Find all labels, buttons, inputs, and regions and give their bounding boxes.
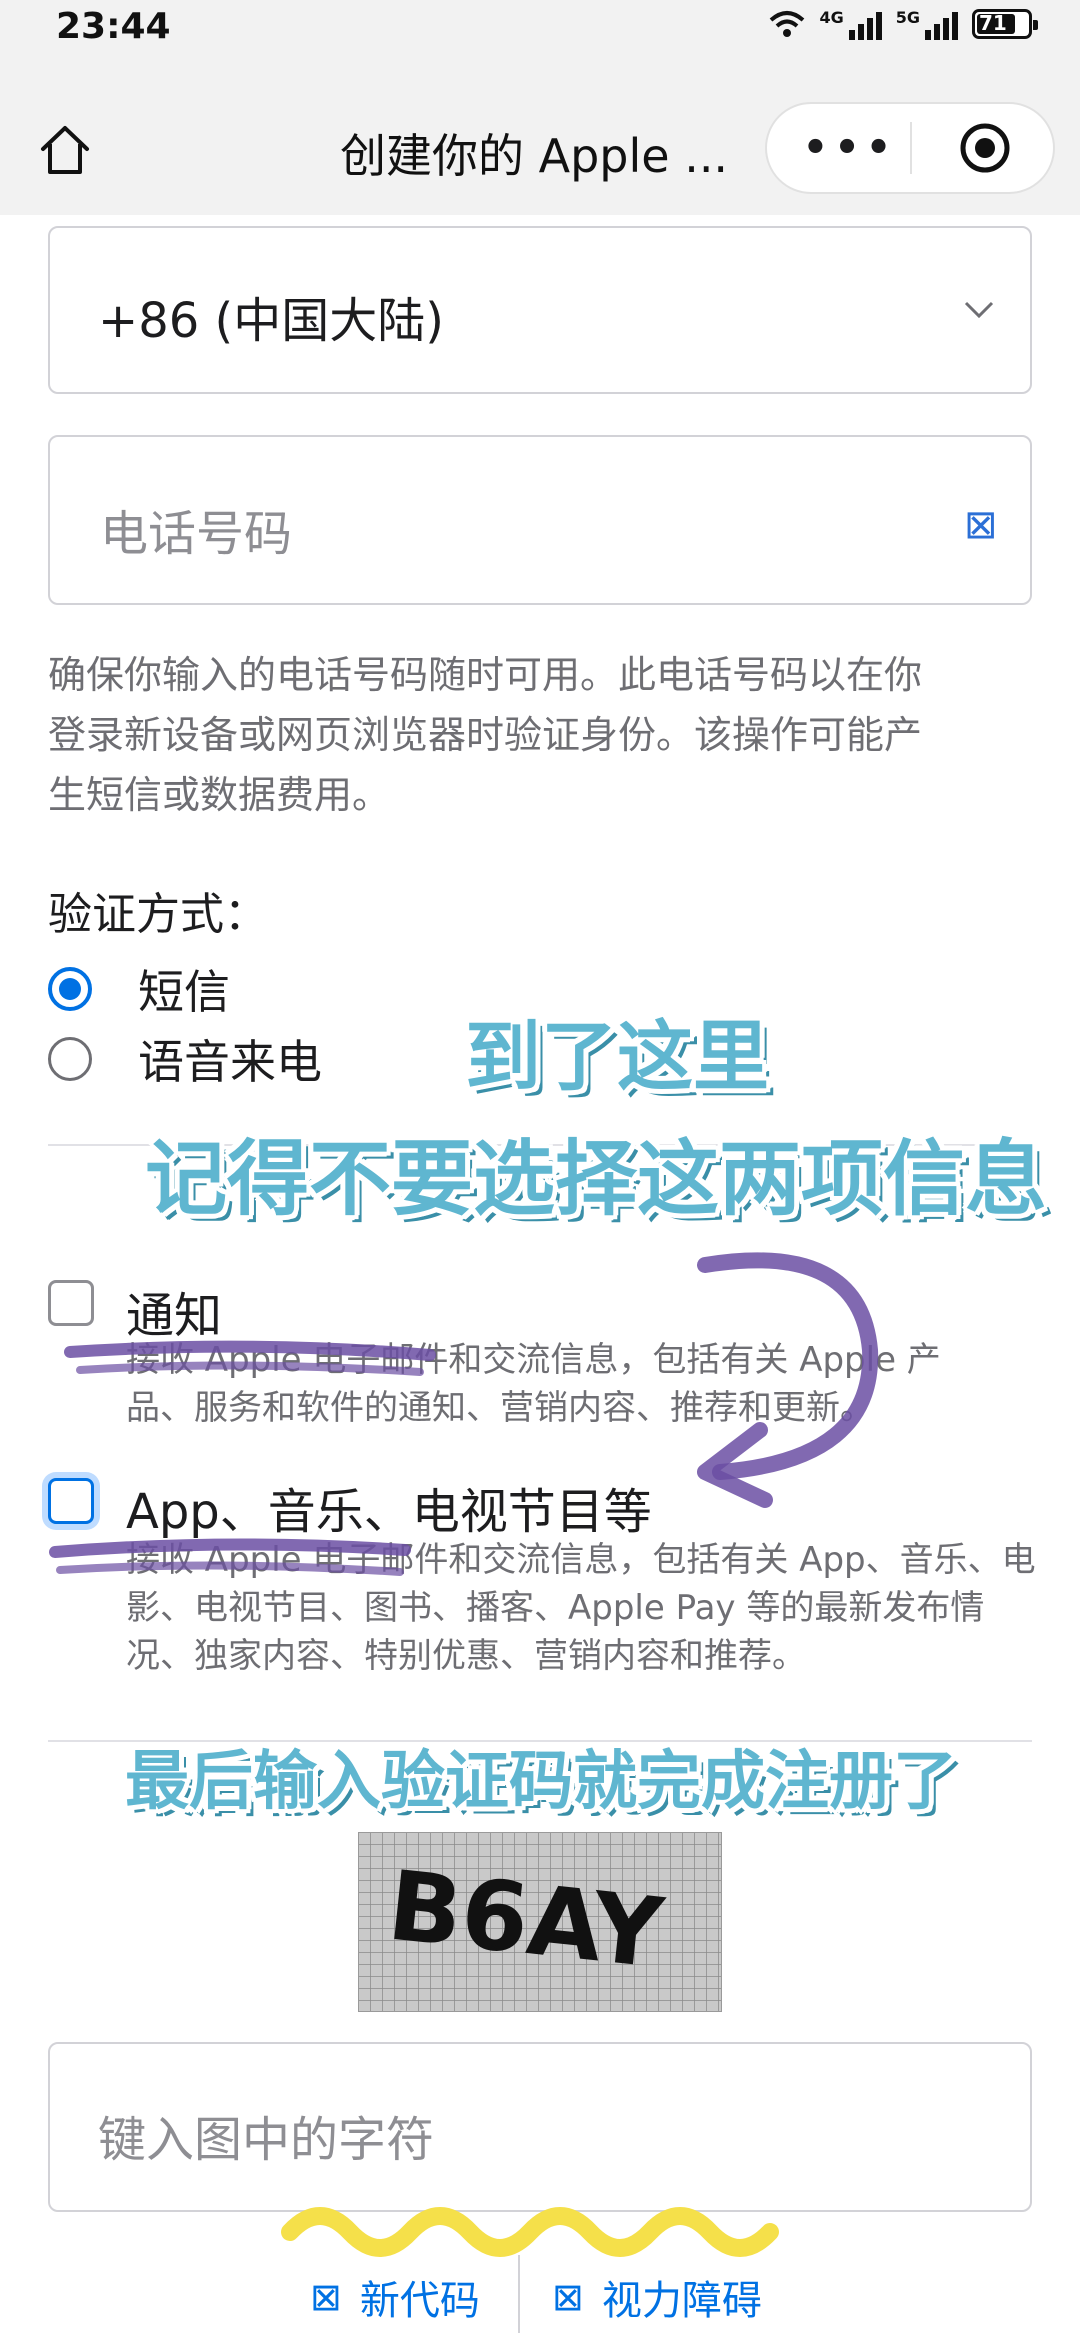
radio-selected-icon [48, 967, 92, 1011]
wifi-icon [770, 11, 805, 37]
signal-5g-icon: 5G [896, 8, 958, 40]
annotation-line-2: 记得不要选择这两项信息 [145, 1132, 1048, 1227]
info-icon[interactable]: ⊠ [964, 502, 998, 548]
annotation-line-1: 到了这里 [465, 1012, 769, 1101]
close-button[interactable] [945, 112, 1025, 184]
battery-icon: 71 [972, 9, 1038, 39]
radio-sms-label: 短信 [138, 965, 230, 1019]
chevron-down-icon [964, 301, 994, 319]
status-icons: 4G 5G 71 [769, 8, 1038, 40]
phone-description: 确保你输入的电话号码随时可用。此电话号码以在你登录新设备或网页浏览器时验证身份。… [48, 653, 923, 817]
radio-sms[interactable]: 短信 [48, 956, 230, 1022]
radio-unselected-icon [48, 1037, 92, 1081]
new-code-link[interactable]: ⊠ 新代码 [310, 2268, 480, 2326]
home-icon [41, 126, 89, 174]
battery-level: 71 [979, 11, 1007, 35]
vision-impaired-label: 视力障碍 [601, 2278, 762, 2324]
refresh-icon: ⊠ [310, 2275, 342, 2319]
close-target-icon [960, 123, 1010, 173]
radio-voice-label: 语音来电 [138, 1035, 322, 1089]
new-code-label: 新代码 [359, 2278, 480, 2324]
more-button[interactable]: ••• [790, 112, 910, 184]
capsule-divider [910, 122, 912, 174]
status-time: 23:44 [56, 6, 171, 47]
more-icon: ••• [802, 125, 898, 171]
country-code-value: +86 (中国大陆) [98, 293, 445, 349]
annotation-line-3: 最后输入验证码就完成注册了 [125, 1745, 957, 1819]
phone-number-placeholder: 电话号码 [100, 506, 293, 562]
accessibility-icon: ⊠ [552, 2275, 584, 2319]
notifications-checkbox[interactable] [48, 1280, 94, 1326]
media-updates-description: 接收 Apple 电子邮件和交流信息，包括有关 App、音乐、电影、电视节目、图… [126, 1540, 1036, 1676]
verify-method-label: 验证方式： [48, 889, 268, 940]
page-title: 创建你的 Apple ... [340, 129, 729, 183]
captcha-code-placeholder: 键入图中的字符 [98, 2112, 435, 2168]
captcha-image: B6AY [358, 1832, 722, 2012]
signal-4g-icon: 4G [819, 8, 882, 40]
media-updates-checkbox[interactable] [48, 1478, 94, 1524]
highlight-squiggle [281, 2207, 779, 2257]
media-updates-title: App、音乐、电视节目等 [126, 1484, 652, 1540]
notifications-description: 接收 Apple 电子邮件和交流信息，包括有关 Apple 产品、服务和软件的通… [126, 1340, 941, 1428]
radio-voice-call[interactable]: 语音来电 [48, 1026, 322, 1092]
link-divider [518, 2255, 520, 2333]
arrow-head [697, 1422, 773, 1508]
vision-impaired-link[interactable]: ⊠ 视力障碍 [552, 2268, 762, 2326]
home-button[interactable] [30, 115, 100, 185]
